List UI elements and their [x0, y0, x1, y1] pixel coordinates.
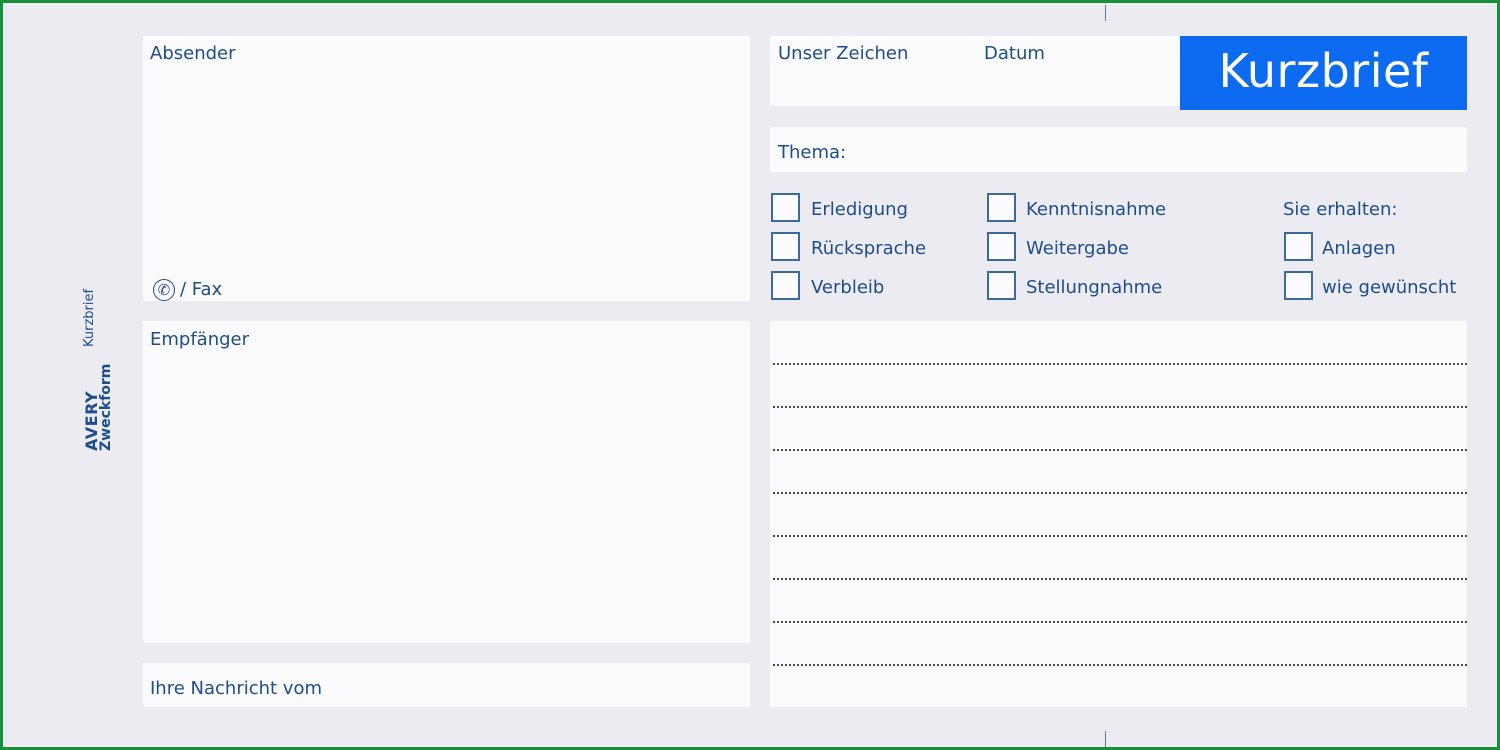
phone-fax-label: / Fax	[180, 279, 223, 300]
subject-label: Thema:	[778, 142, 847, 163]
recipient-field[interactable]	[143, 321, 750, 643]
checkbox-kenntnisnahme[interactable]	[987, 193, 1016, 222]
ruled-line	[773, 449, 1467, 451]
checkbox-wie-gewuenscht[interactable]	[1284, 271, 1313, 300]
ruled-line	[773, 578, 1467, 580]
ruled-line	[773, 535, 1467, 537]
checkbox-erledigung[interactable]	[771, 193, 800, 222]
ruled-line	[773, 621, 1467, 623]
date-label: Datum	[984, 43, 1045, 64]
you-receive-label: Sie erhalten:	[1283, 199, 1398, 220]
checkbox-ruecksprache[interactable]	[771, 232, 800, 261]
ruled-line	[773, 363, 1467, 365]
ruled-line	[773, 406, 1467, 408]
top-cut-mark	[1105, 5, 1106, 21]
bottom-cut-mark	[1105, 731, 1106, 747]
checkbox-label: Erledigung	[811, 199, 908, 220]
ruled-line	[773, 492, 1467, 494]
phone-icon: ✆	[153, 279, 175, 301]
checkbox-label: Stellungnahme	[1026, 277, 1163, 298]
checkbox-anlagen[interactable]	[1284, 232, 1313, 261]
checkbox-label: Verbleib	[811, 277, 885, 298]
sender-label: Absender	[150, 43, 236, 64]
ruled-line	[773, 664, 1467, 666]
brand-logo-line2: Zweckform	[98, 363, 114, 451]
title-block: Kurzbrief	[1180, 36, 1467, 110]
recipient-label: Empfänger	[150, 329, 250, 350]
checkbox-label: Weitergabe	[1026, 238, 1129, 259]
form-title: Kurzbrief	[1218, 44, 1429, 98]
checkbox-label: wie gewünscht	[1322, 277, 1457, 298]
checkbox-label: Kenntnisnahme	[1026, 199, 1167, 220]
message-area[interactable]	[770, 321, 1467, 707]
form-frame: AVERY Zweckform Kurzbrief Absender ✆ / F…	[0, 0, 1500, 750]
your-message-label: Ihre Nachricht vom	[150, 678, 323, 699]
brand-product-label: Kurzbrief	[82, 288, 97, 347]
checkbox-verbleib[interactable]	[771, 271, 800, 300]
checkbox-stellungnahme[interactable]	[987, 271, 1016, 300]
sender-field[interactable]	[143, 36, 750, 301]
checkbox-weitergabe[interactable]	[987, 232, 1016, 261]
checkbox-label: Rücksprache	[811, 238, 927, 259]
subject-field[interactable]	[770, 127, 1467, 172]
brand-sidebar: AVERY Zweckform Kurzbrief	[58, 273, 128, 463]
our-ref-label: Unser Zeichen	[778, 43, 909, 64]
checkbox-label: Anlagen	[1322, 238, 1396, 259]
